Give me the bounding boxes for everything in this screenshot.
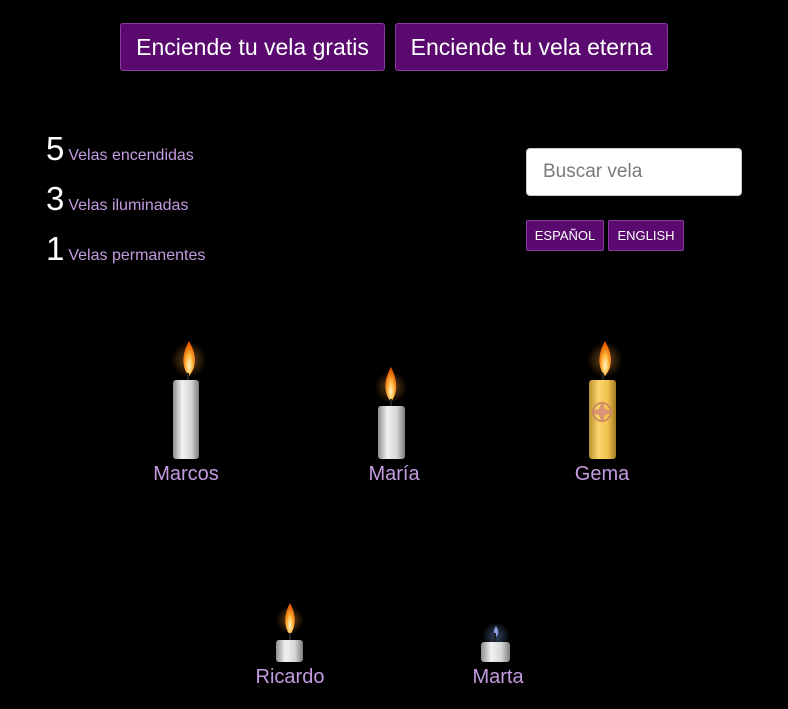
search-candle-input[interactable] — [526, 148, 742, 196]
candle-name: María — [368, 463, 420, 485]
candle-name: Gema — [574, 463, 630, 485]
candle-card[interactable]: Marcos — [116, 335, 256, 490]
stat-permanent-candles: 1 Velas permanentes — [46, 232, 205, 265]
stat-lit-candles: 5 Velas encendidas — [46, 132, 194, 165]
candle-name: Marcos — [153, 463, 219, 485]
stat-label: Velas iluminadas — [68, 197, 189, 214]
language-english-button[interactable]: ENGLISH — [608, 220, 684, 251]
candle-card[interactable]: Gema — [532, 335, 672, 490]
yellow-decorated-candle-icon — [587, 341, 623, 459]
stat-illuminated-candles: 3 Velas iluminadas — [46, 182, 188, 215]
tall-white-candle-icon — [171, 341, 207, 459]
stat-count: 1 — [46, 230, 65, 267]
stat-count: 5 — [46, 130, 65, 167]
candle-card[interactable]: Ricardo — [220, 600, 360, 700]
candle-card[interactable]: María — [324, 335, 464, 490]
stat-label: Velas permanentes — [68, 247, 206, 264]
candle-name: Ricardo — [255, 666, 325, 688]
melted-candle-icon — [481, 622, 510, 662]
light-free-candle-button[interactable]: Enciende tu vela gratis — [120, 23, 385, 71]
short-white-candle-icon — [375, 367, 407, 459]
candle-name: Marta — [472, 666, 524, 688]
language-spanish-button[interactable]: ESPAÑOL — [526, 220, 604, 251]
light-eternal-candle-button[interactable]: Enciende tu vela eterna — [395, 23, 668, 71]
stat-label: Velas encendidas — [68, 147, 194, 164]
candle-card[interactable]: Marta — [428, 600, 568, 700]
small-white-candle-icon — [276, 603, 304, 662]
stat-count: 3 — [46, 180, 65, 217]
